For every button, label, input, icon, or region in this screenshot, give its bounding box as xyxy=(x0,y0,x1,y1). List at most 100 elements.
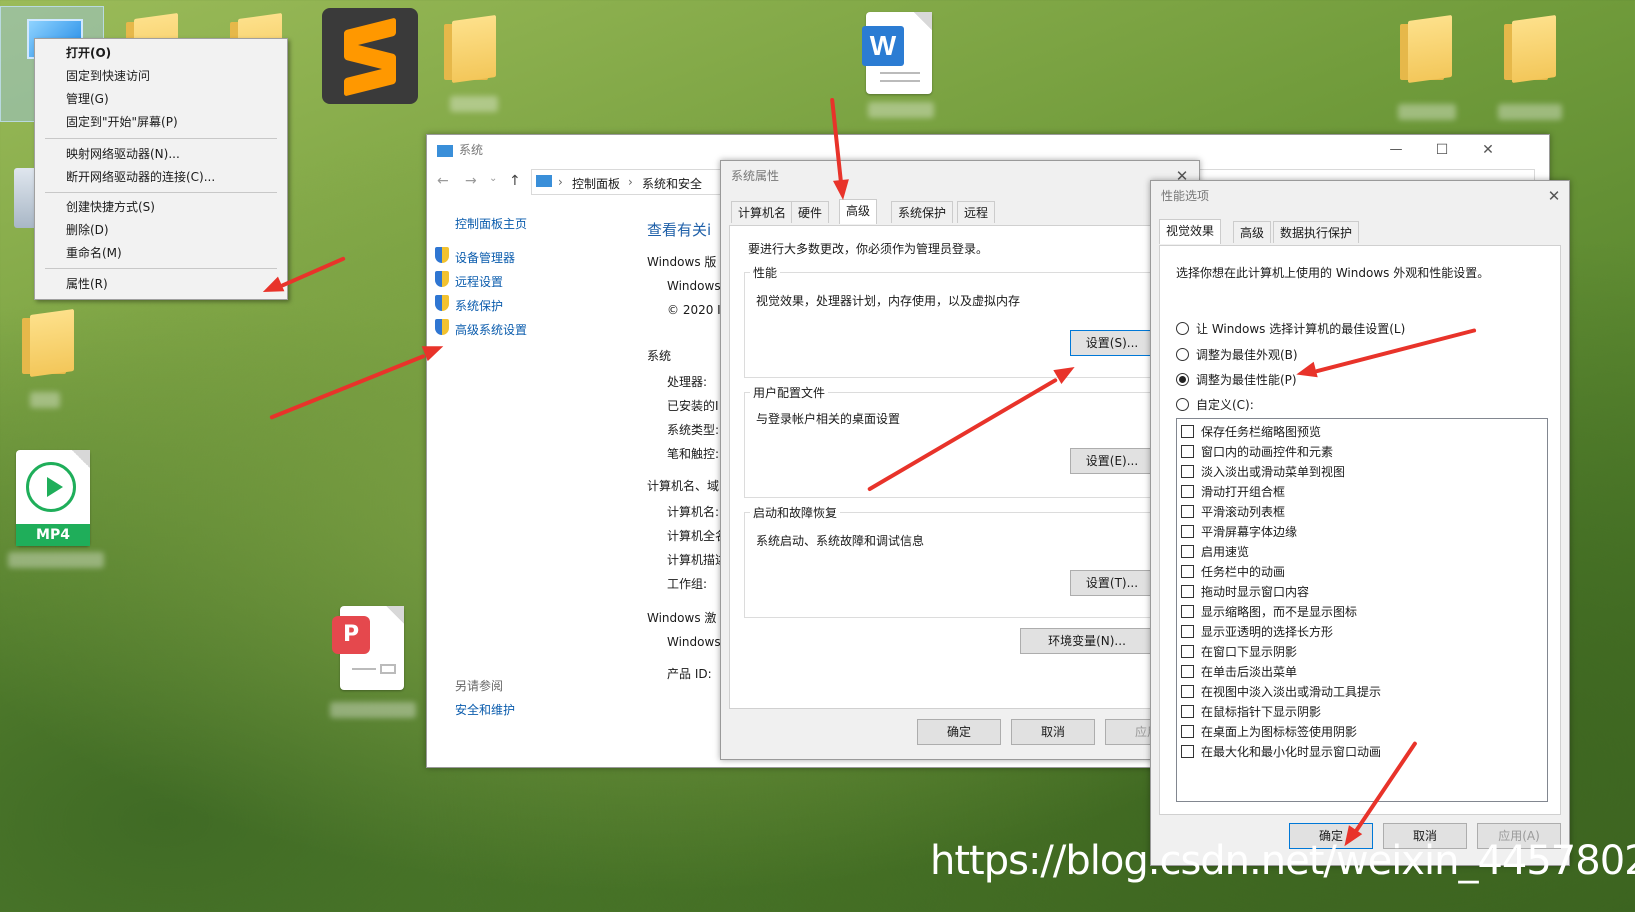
menu-pin-start[interactable]: 固定到"开始"屏幕(P) xyxy=(66,112,178,132)
checkbox[interactable] xyxy=(1181,745,1194,758)
effect-checkbox-row[interactable]: 显示亚透明的选择长方形 xyxy=(1181,623,1541,641)
checkbox-label: 在单击后淡出菜单 xyxy=(1201,665,1298,679)
radio-custom[interactable] xyxy=(1176,398,1189,411)
environment-variables-button[interactable]: 环境变量(N)... xyxy=(1020,628,1154,654)
advanced-tab-panel: 要进行大多数更改，你必须作为管理员登录。 性能 视觉效果，处理器计划，内存使用，… xyxy=(729,225,1193,709)
effect-checkbox-row[interactable]: 在鼠标指针下显示阴影 xyxy=(1181,703,1541,721)
menu-map-drive[interactable]: 映射网络驱动器(N)... xyxy=(66,144,180,164)
checkbox[interactable] xyxy=(1181,725,1194,738)
checkbox[interactable] xyxy=(1181,545,1194,558)
tab-remote[interactable]: 远程 xyxy=(957,201,996,223)
tab-computer-name[interactable]: 计算机名 xyxy=(731,201,794,223)
close-button[interactable]: ✕ xyxy=(1473,139,1503,161)
menu-properties[interactable]: 属性(R) xyxy=(66,274,108,294)
remote-settings-link[interactable]: 远程设置 xyxy=(455,273,503,290)
checkbox[interactable] xyxy=(1181,685,1194,698)
folder-icon[interactable] xyxy=(444,14,496,84)
workgroup-label: 工作组: xyxy=(667,577,708,591)
effect-checkbox-row[interactable]: 在桌面上为图标标签使用阴影 xyxy=(1181,723,1541,741)
menu-manage[interactable]: 管理(G) xyxy=(66,89,109,109)
effects-checklist[interactable]: 保存任务栏缩略图预览窗口内的动画控件和元素淡入淡出或滑动菜单到视图 滑动打开组合框… xyxy=(1176,418,1548,802)
checkbox[interactable] xyxy=(1181,485,1194,498)
menu-rename[interactable]: 重命名(M) xyxy=(66,243,122,263)
checkbox-label: 窗口内的动画控件和元素 xyxy=(1201,445,1334,459)
folder-icon[interactable] xyxy=(22,308,74,378)
folder-icon[interactable] xyxy=(1504,14,1556,84)
checkbox[interactable] xyxy=(1181,445,1194,458)
effect-checkbox-row[interactable]: 在窗口下显示阴影 xyxy=(1181,643,1541,661)
effect-checkbox-row[interactable]: 保存任务栏缩略图预览 xyxy=(1181,423,1541,441)
blurred-label xyxy=(30,392,60,408)
checkbox[interactable] xyxy=(1181,585,1194,598)
checkbox-label: 任务栏中的动画 xyxy=(1201,565,1286,579)
checkbox[interactable] xyxy=(1181,465,1194,478)
shield-icon xyxy=(435,295,449,311)
checkbox[interactable] xyxy=(1181,505,1194,518)
effect-checkbox-row[interactable]: 滑动打开组合框 xyxy=(1181,483,1541,501)
profile-settings-button[interactable]: 设置(E)... xyxy=(1070,448,1154,474)
pdf-file-icon[interactable]: P xyxy=(332,606,404,690)
tab-dep[interactable]: 数据执行保护 xyxy=(1273,221,1360,243)
tab-perf-advanced[interactable]: 高级 xyxy=(1233,221,1272,243)
up-arrow-icon[interactable]: ↑ xyxy=(509,173,521,189)
menu-delete[interactable]: 删除(D) xyxy=(66,220,109,240)
menu-pin-quick-access[interactable]: 固定到快速访问 xyxy=(66,66,150,86)
checkbox-label: 在桌面上为图标标签使用阴影 xyxy=(1201,725,1358,739)
menu-disconnect-drive[interactable]: 断开网络驱动器的连接(C)... xyxy=(66,167,215,187)
effect-checkbox-row[interactable]: 拖动时显示窗口内容 xyxy=(1181,583,1541,601)
tab-system-protection[interactable]: 系统保护 xyxy=(891,201,954,223)
performance-settings-button[interactable]: 设置(S)... xyxy=(1070,330,1154,356)
maximize-button[interactable]: ☐ xyxy=(1427,139,1457,161)
radio-best-performance[interactable] xyxy=(1176,373,1189,386)
security-maintenance-link[interactable]: 安全和维护 xyxy=(455,701,515,718)
ok-button[interactable]: 确定 xyxy=(917,719,1001,745)
effect-checkbox-row[interactable]: 任务栏中的动画 xyxy=(1181,563,1541,581)
menu-create-shortcut[interactable]: 创建快捷方式(S) xyxy=(66,197,155,217)
effect-checkbox-row[interactable]: 平滑滚动列表框 xyxy=(1181,503,1541,521)
mp4-file-icon[interactable]: MP4 xyxy=(16,450,90,546)
checkbox[interactable] xyxy=(1181,605,1194,618)
profile-group xyxy=(744,392,1188,498)
radio-best-appearance[interactable] xyxy=(1176,348,1189,361)
tab-strip: 计算机名 硬件 高级 系统保护 远程 xyxy=(731,199,1191,225)
checkbox[interactable] xyxy=(1181,425,1194,438)
breadcrumb-system-security[interactable]: 系统和安全 xyxy=(642,175,702,192)
system-properties-dialog: 系统属性 ✕ 计算机名 硬件 高级 系统保护 远程 要进行大多数更改，你必须作为… xyxy=(720,160,1200,760)
control-panel-home-link[interactable]: 控制面板主页 xyxy=(455,215,527,232)
effect-checkbox-row[interactable]: 启用速览 xyxy=(1181,543,1541,561)
chevron-down-icon[interactable]: ⌄ xyxy=(489,173,497,184)
back-arrow-icon[interactable]: ← xyxy=(437,173,449,189)
tab-advanced[interactable]: 高级 xyxy=(839,199,878,224)
effect-checkbox-row[interactable]: 显示缩略图，而不是显示图标 xyxy=(1181,603,1541,621)
minimize-button[interactable]: — xyxy=(1381,139,1411,161)
startup-label: 启动和故障恢复 xyxy=(750,504,841,521)
checkbox[interactable] xyxy=(1181,525,1194,538)
effect-checkbox-row[interactable]: 淡入淡出或滑动菜单到视图 xyxy=(1181,463,1541,481)
effect-checkbox-row[interactable]: 在最大化和最小化时显示窗口动画 xyxy=(1181,743,1541,761)
checkbox[interactable] xyxy=(1181,665,1194,678)
forward-arrow-icon[interactable]: → xyxy=(465,173,477,189)
cancel-button[interactable]: 取消 xyxy=(1011,719,1095,745)
tab-visual-effects[interactable]: 视觉效果 xyxy=(1159,219,1222,244)
device-manager-link[interactable]: 设备管理器 xyxy=(455,249,515,266)
folder-icon[interactable] xyxy=(1400,14,1452,84)
effect-checkbox-row[interactable]: 在单击后淡出菜单 xyxy=(1181,663,1541,681)
radio-let-windows-choose[interactable] xyxy=(1176,322,1189,335)
checkbox[interactable] xyxy=(1181,705,1194,718)
sublime-text-icon[interactable] xyxy=(322,8,418,104)
effect-checkbox-row[interactable]: 窗口内的动画控件和元素 xyxy=(1181,443,1541,461)
checkbox[interactable] xyxy=(1181,625,1194,638)
checkbox[interactable] xyxy=(1181,565,1194,578)
word-doc-icon[interactable]: W xyxy=(862,12,932,94)
effect-checkbox-row[interactable]: 在视图中淡入淡出或滑动工具提示 xyxy=(1181,683,1541,701)
menu-open[interactable]: 打开(O) xyxy=(66,43,111,63)
breadcrumb-control-panel[interactable]: 控制面板 xyxy=(572,175,620,192)
advanced-system-settings-link[interactable]: 高级系统设置 xyxy=(455,321,527,338)
tab-hardware[interactable]: 硬件 xyxy=(791,201,830,223)
startup-settings-button[interactable]: 设置(T)... xyxy=(1070,570,1154,596)
effect-checkbox-row[interactable]: 平滑屏幕字体边缘 xyxy=(1181,523,1541,541)
radio-label: 调整为最佳外观(B) xyxy=(1196,348,1298,362)
checkbox[interactable] xyxy=(1181,645,1194,658)
system-protection-link[interactable]: 系统保护 xyxy=(455,297,503,314)
close-icon[interactable]: ✕ xyxy=(1545,187,1563,205)
